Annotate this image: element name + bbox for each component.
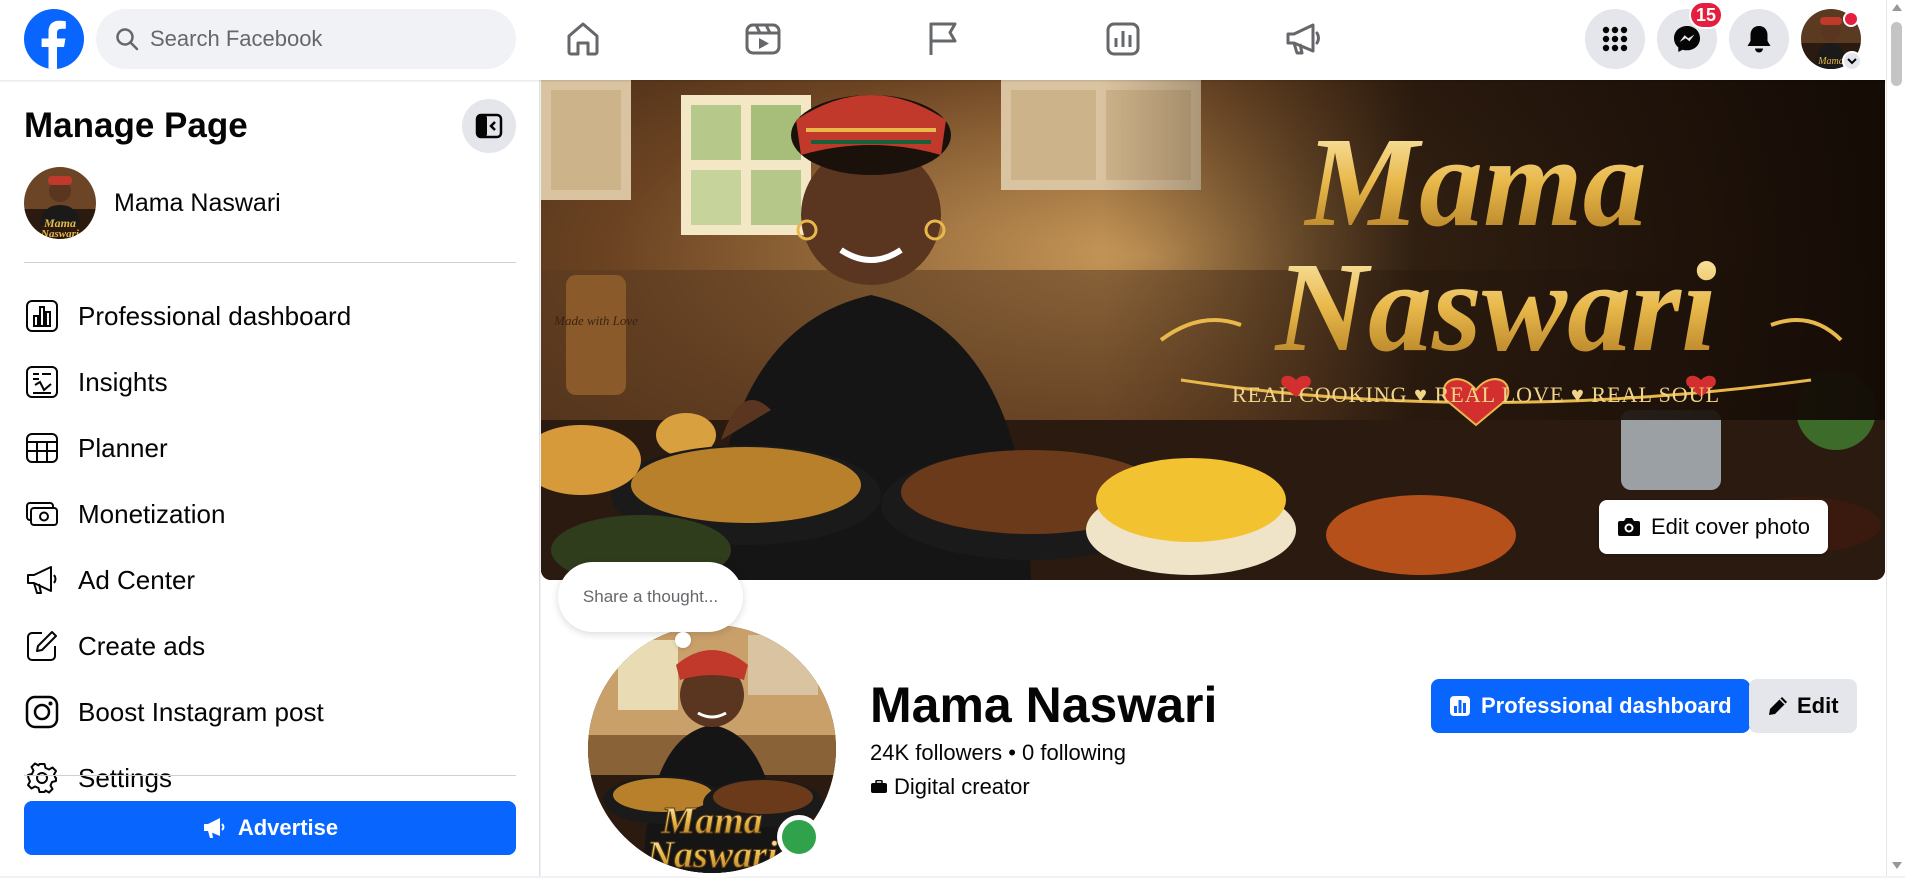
cover-title-line2: Naswari xyxy=(1274,236,1717,378)
divider xyxy=(24,775,516,776)
page-profile-main: Made with Love Mama Naswari REAL COOKING… xyxy=(541,80,1886,878)
home-icon[interactable] xyxy=(558,14,608,64)
sidebar-item-create-ads[interactable]: Create ads xyxy=(24,613,524,679)
top-navigation-bar: 15 Mama xyxy=(0,0,1905,80)
camera-icon xyxy=(1618,518,1640,536)
cutting-board-text: Made with Love xyxy=(553,313,638,328)
planner-icon xyxy=(24,430,60,466)
page-title: Mama Naswari xyxy=(870,677,1218,733)
sidebar-item-professional-dashboard[interactable]: Professional dashboard xyxy=(24,283,524,349)
dashboard-icon xyxy=(24,298,60,334)
sidebar-item-ad-center[interactable]: Ad Center xyxy=(24,547,524,613)
grid-icon xyxy=(1602,26,1628,52)
instagram-icon xyxy=(24,694,60,730)
page-name: Mama Naswari xyxy=(114,188,281,217)
pencil-icon xyxy=(1769,697,1787,715)
scroll-thumb[interactable] xyxy=(1891,22,1902,86)
ad-center-icon xyxy=(24,562,60,598)
search-icon xyxy=(114,26,140,52)
settings-icon xyxy=(24,760,60,796)
create-ads-icon xyxy=(24,628,60,664)
sidebar-toggle-icon xyxy=(475,113,503,139)
page-scrollbar[interactable] xyxy=(1886,0,1905,876)
cover-tagline: REAL COOKING ♥ REAL LOVE ♥ REAL SOUL xyxy=(1232,382,1720,407)
megaphone-icon xyxy=(203,818,225,838)
cover-title-line1: Mama xyxy=(1303,111,1646,253)
svg-text:Naswari: Naswari xyxy=(40,228,80,239)
online-status-indicator xyxy=(777,815,821,859)
megaphone-icon[interactable] xyxy=(1278,14,1328,64)
messenger-badge: 15 xyxy=(1688,1,1723,29)
messenger-icon xyxy=(1674,26,1700,52)
followers-link[interactable]: 24K followers xyxy=(870,740,1002,765)
scroll-up-arrow-icon[interactable] xyxy=(1892,4,1902,11)
sidebar-title: Manage Page xyxy=(24,106,248,145)
page-switcher[interactable]: Mama Naswari Mama Naswari xyxy=(24,167,281,239)
sidebar-item-boost-instagram[interactable]: Boost Instagram post xyxy=(24,679,524,745)
edit-page-button[interactable]: Edit xyxy=(1749,679,1857,733)
account-notification-dot xyxy=(1843,11,1859,27)
scroll-down-arrow-icon[interactable] xyxy=(1892,862,1902,869)
chevron-down-icon[interactable] xyxy=(1842,51,1862,71)
pages-flag-icon[interactable] xyxy=(918,14,968,64)
facebook-logo-icon[interactable] xyxy=(24,9,84,69)
search-input[interactable] xyxy=(150,26,480,52)
notifications-button[interactable] xyxy=(1729,9,1789,69)
video-icon[interactable] xyxy=(738,14,788,64)
sidebar-item-insights[interactable]: Insights xyxy=(24,349,524,415)
dashboard-icon xyxy=(1450,696,1470,716)
thought-bubble-tail xyxy=(675,632,691,648)
svg-text:Mama: Mama xyxy=(1817,56,1844,67)
share-thought-bubble[interactable]: Share a thought... xyxy=(558,562,743,632)
manage-page-sidebar: Manage Page Mama Naswari Mama Naswari Pr… xyxy=(0,80,540,876)
advertise-button[interactable]: Advertise xyxy=(24,801,516,855)
divider xyxy=(24,262,516,263)
messenger-button[interactable]: 15 xyxy=(1657,1,1723,69)
insights-icon[interactable] xyxy=(1098,14,1148,64)
briefcase-icon xyxy=(871,780,887,793)
insights-icon xyxy=(24,364,60,400)
bell-icon xyxy=(1747,26,1771,53)
sidebar-item-monetization[interactable]: Monetization xyxy=(24,481,524,547)
professional-dashboard-button[interactable]: Professional dashboard xyxy=(1431,679,1750,733)
page-category: Digital creator xyxy=(870,774,1030,800)
sidebar-item-planner[interactable]: Planner xyxy=(24,415,524,481)
edit-cover-photo-button[interactable]: Edit cover photo xyxy=(1599,500,1828,554)
follow-counts: 24K followers • 0 following xyxy=(870,740,1126,765)
following-link[interactable]: 0 following xyxy=(1022,740,1126,765)
search-bar[interactable] xyxy=(96,9,516,69)
menu-grid-button[interactable] xyxy=(1585,9,1645,69)
sidebar-menu: Professional dashboard Insights Planner … xyxy=(24,283,524,853)
profile-logo-line2: Naswari xyxy=(646,834,778,873)
page-avatar: Mama Naswari xyxy=(24,167,96,239)
monetization-icon xyxy=(24,496,60,532)
collapse-sidebar-button[interactable] xyxy=(462,99,516,153)
